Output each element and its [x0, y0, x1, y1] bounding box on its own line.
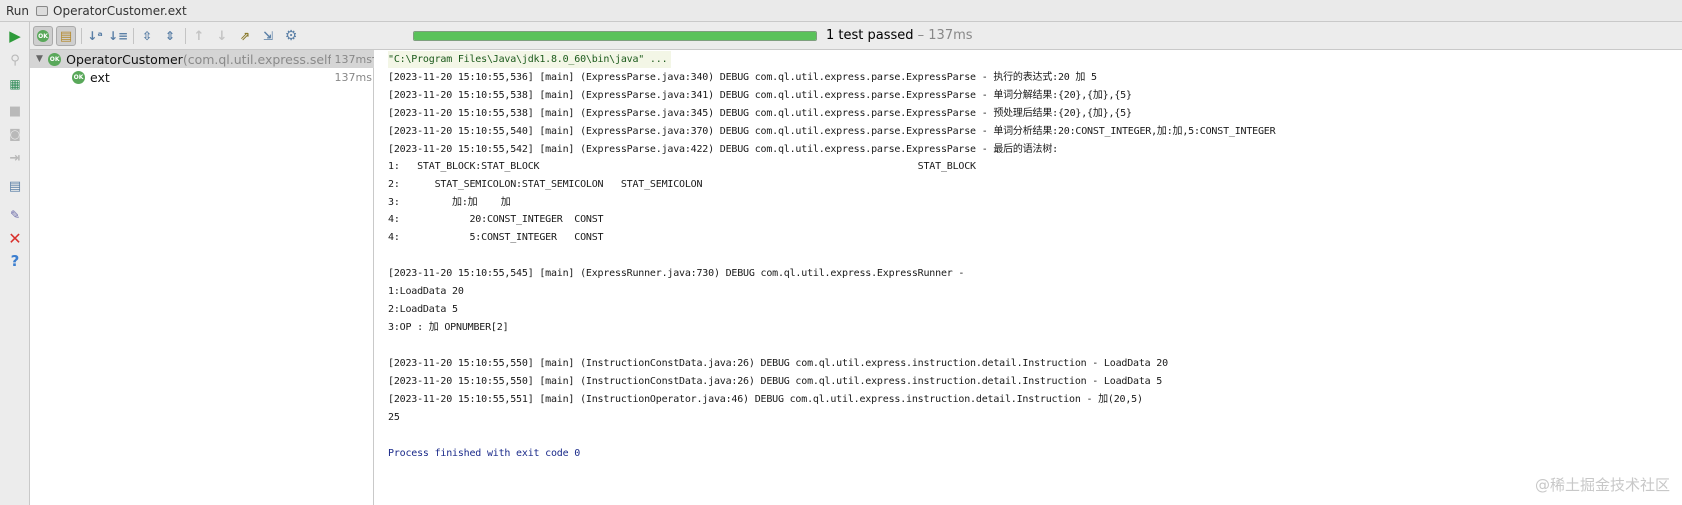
test-status-count: 1 test passed	[826, 28, 914, 43]
collapse-all-icon[interactable]: ⇕	[160, 26, 180, 46]
console-line: [2023-11-20 15:10:55,540] [main] (Expres…	[388, 126, 1276, 137]
left-toolbar: ▶ ⚲ ▦ ■ ◙ ⇥ ▤ ✎ ✕ ?	[0, 22, 30, 505]
exit-icon[interactable]: ⇥	[5, 148, 25, 168]
console-line: [2023-11-20 15:10:55,550] [main] (Instru…	[388, 376, 1163, 387]
import-icon[interactable]: ⇲	[258, 26, 278, 46]
pin-icon[interactable]: ⚲	[5, 50, 25, 70]
console-line: 25	[388, 412, 400, 423]
toolbar-separator	[185, 28, 186, 44]
console-output[interactable]: "C:\Program Files\Java\jdk1.8.0_60\bin\j…	[375, 50, 1682, 505]
console-line: [2023-11-20 15:10:55,538] [main] (Expres…	[388, 108, 1132, 119]
test-method-time: 137ms	[334, 70, 372, 84]
export-icon[interactable]: ⇗	[235, 26, 255, 46]
console-command-line: "C:\Program Files\Java\jdk1.8.0_60\bin\j…	[388, 51, 672, 68]
help-icon[interactable]: ?	[5, 251, 25, 271]
sort-duration-icon[interactable]: ↓≡	[108, 26, 128, 46]
test-progress-fill	[414, 32, 816, 40]
test-tree: ▼ OK OperatorCustomer (com.ql.util.expre…	[30, 50, 374, 505]
toolbar-separator	[133, 28, 134, 44]
console-line: 1: STAT_BLOCK:STAT_BLOCK STAT_BLOCK	[388, 161, 976, 172]
run-config-tab[interactable]: OperatorCustomer.ext	[53, 4, 187, 18]
console-line: 4: 5:CONST_INTEGER CONST	[388, 232, 604, 243]
run-tool-window-header: Run OperatorCustomer.ext	[0, 0, 1682, 22]
test-runner-toolbar: OK ▤ ↓ᵃ ↓≡ ⇳ ⇕ ↑ ↓ ⇗ ⇲ ⚙ 1 test passed –…	[30, 22, 1682, 50]
test-status-duration: – 137ms	[913, 28, 973, 43]
watermark: @稀土掘金技术社区	[1534, 476, 1670, 494]
console-line: 2: STAT_SEMICOLON:STAT_SEMICOLON STAT_SE…	[388, 179, 703, 190]
close-icon[interactable]: ✕	[5, 228, 25, 248]
layout-icon[interactable]: ▤	[5, 176, 25, 196]
console-exit-line: Process finished with exit code 0	[388, 448, 581, 459]
sort-alpha-icon[interactable]: ↓ᵃ	[85, 26, 105, 46]
test-status-text: 1 test passed – 137ms	[826, 28, 973, 43]
toolbar-separator	[81, 28, 82, 44]
console-line: 3:OP : 加 OPNUMBER[2]	[388, 322, 509, 333]
stop-icon[interactable]: ■	[5, 101, 25, 121]
console-line: [2023-11-20 15:10:55,550] [main] (Instru…	[388, 358, 1168, 369]
test-tree-root[interactable]: ▼ OK OperatorCustomer (com.ql.util.expre…	[30, 50, 374, 68]
screenshot-icon[interactable]: ◙	[5, 124, 25, 144]
previous-failed-icon[interactable]: ↑	[189, 26, 209, 46]
test-method-name: ext	[90, 69, 110, 85]
console-line: [2023-11-20 15:10:55,542] [main] (Expres…	[388, 144, 1058, 155]
settings-icon[interactable]: ⚙	[281, 26, 301, 46]
test-tree-item[interactable]: OK ext 137ms	[30, 68, 374, 86]
show-ignored-icon[interactable]: ▤	[56, 26, 76, 46]
console-line: 3: 加:加 加	[388, 197, 511, 208]
expand-arrow-icon[interactable]: ▼	[36, 54, 44, 64]
console-line: 1:LoadData 20	[388, 286, 464, 297]
test-config-icon[interactable]: ▦	[5, 74, 25, 94]
run-icon[interactable]: ▶	[5, 26, 25, 46]
console-line: [2023-11-20 15:10:55,551] [main] (Instru…	[388, 394, 1143, 405]
console-line: 2:LoadData 5	[388, 304, 458, 315]
test-passed-icon: OK	[72, 70, 85, 84]
show-passed-icon[interactable]: OK	[33, 26, 53, 46]
console-line: 4: 20:CONST_INTEGER CONST	[388, 214, 604, 225]
test-class-name: OperatorCustomer	[66, 51, 183, 67]
tool-window-title: Run	[6, 3, 30, 18]
test-passed-icon: OK	[48, 52, 62, 66]
ok-badge: OK	[37, 30, 49, 42]
console-line: [2023-11-20 15:10:55,545] [main] (Expres…	[388, 268, 965, 279]
pin-tab-icon[interactable]: ✎	[5, 205, 25, 225]
next-failed-icon[interactable]: ↓	[212, 26, 232, 46]
run-config-icon	[36, 5, 49, 16]
test-class-time: 137ms	[330, 52, 372, 66]
expand-all-icon[interactable]: ⇳	[137, 26, 157, 46]
console-line: [2023-11-20 15:10:55,538] [main] (Expres…	[388, 90, 1132, 101]
test-progress-bar	[413, 31, 817, 41]
console-line: [2023-11-20 15:10:55,536] [main] (Expres…	[388, 72, 1097, 83]
